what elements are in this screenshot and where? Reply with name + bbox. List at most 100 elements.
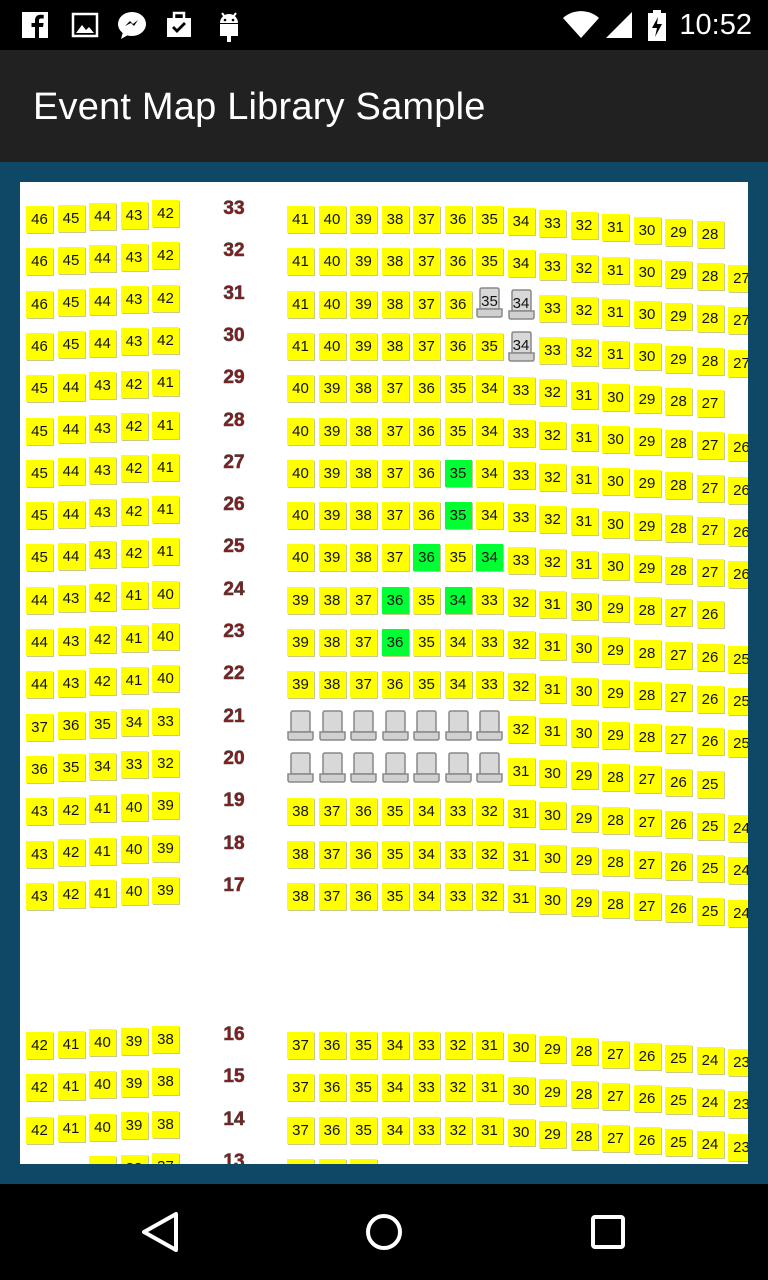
seat[interactable]: 33 — [539, 252, 566, 280]
seat[interactable]: 30 — [539, 887, 566, 914]
seat[interactable]: 24 — [728, 815, 748, 842]
seat[interactable]: 38 — [152, 1110, 179, 1138]
seat[interactable]: 45 — [57, 204, 85, 232]
selected-seat[interactable]: 35 — [444, 459, 472, 487]
seat[interactable]: 30 — [507, 1034, 535, 1062]
seat[interactable]: 37 — [413, 248, 440, 276]
seat[interactable]: 34 — [476, 417, 503, 445]
seat[interactable]: 25 — [696, 897, 724, 925]
seat[interactable]: 25 — [696, 812, 724, 840]
seat[interactable]: 39 — [318, 459, 346, 487]
seat[interactable]: 24 — [696, 1089, 724, 1117]
seat[interactable]: 26 — [633, 1084, 661, 1112]
seat[interactable]: 28 — [602, 764, 629, 792]
seat[interactable]: 28 — [696, 347, 724, 375]
seat[interactable]: 37 — [152, 1153, 179, 1164]
seat[interactable]: 25 — [728, 730, 748, 758]
seat[interactable]: 42 — [120, 370, 148, 398]
seat[interactable]: 37 — [350, 586, 377, 614]
seat[interactable]: 34 — [413, 840, 440, 868]
seat[interactable]: 27 — [665, 726, 692, 754]
seat[interactable]: 26 — [728, 561, 748, 589]
seat[interactable]: 28 — [602, 848, 629, 876]
seat[interactable]: 40 — [318, 206, 346, 233]
seat[interactable]: 36 — [413, 502, 440, 530]
seat[interactable]: 34 — [120, 709, 148, 737]
seat[interactable]: 30 — [602, 383, 629, 411]
seat[interactable]: 23 — [728, 1133, 748, 1161]
seat[interactable]: 35 — [476, 332, 503, 360]
seat[interactable]: 37 — [318, 798, 346, 826]
seat[interactable]: 29 — [665, 218, 692, 246]
seat[interactable]: 33 — [507, 461, 535, 489]
selected-seat[interactable]: 36 — [381, 586, 409, 614]
seat[interactable]: 32 — [539, 506, 566, 534]
seat[interactable]: 26 — [696, 728, 724, 756]
seat[interactable]: 34 — [381, 1116, 409, 1144]
seat[interactable]: 34 — [413, 882, 440, 910]
seat[interactable]: 36 — [444, 248, 472, 276]
seat[interactable]: 38 — [381, 206, 409, 233]
seat[interactable]: 36 — [350, 798, 377, 826]
seat[interactable]: 37 — [26, 713, 53, 741]
seat[interactable]: 29 — [633, 385, 661, 413]
seat[interactable]: 30 — [570, 635, 598, 663]
seat[interactable]: 39 — [318, 375, 346, 403]
seat[interactable]: 25 — [665, 1087, 692, 1114]
back-icon[interactable] — [130, 1204, 190, 1260]
seat[interactable]: 38 — [318, 671, 346, 699]
seat[interactable]: 29 — [570, 846, 598, 874]
seat[interactable]: 44 — [26, 671, 53, 699]
seat[interactable]: 39 — [287, 671, 314, 699]
seat[interactable]: 34 — [476, 502, 503, 530]
seat[interactable]: 46 — [26, 332, 53, 360]
seat[interactable]: 42 — [120, 413, 148, 440]
seat[interactable]: 35 — [476, 248, 503, 276]
seat[interactable]: 43 — [26, 840, 53, 868]
seat[interactable]: 23 — [728, 1048, 748, 1076]
seat[interactable]: 31 — [570, 508, 598, 536]
seat[interactable]: 39 — [350, 290, 377, 318]
seat[interactable]: 43 — [57, 669, 85, 697]
seat[interactable]: 40 — [152, 665, 179, 693]
seat[interactable]: 32 — [476, 798, 503, 826]
seat[interactable]: 40 — [318, 248, 346, 276]
seat[interactable]: 43 — [120, 201, 148, 229]
seat[interactable]: 32 — [152, 749, 179, 777]
seat[interactable]: 34 — [476, 375, 503, 403]
seat[interactable]: 45 — [26, 417, 53, 445]
seat[interactable]: 37 — [413, 332, 440, 360]
seat[interactable]: 27 — [602, 1082, 629, 1110]
seat[interactable]: 35 — [444, 417, 472, 445]
seat[interactable]: 26 — [728, 518, 748, 546]
seat[interactable]: 43 — [26, 798, 53, 826]
seat[interactable]: 30 — [602, 552, 629, 580]
seat[interactable]: 35 — [444, 375, 472, 403]
seat[interactable]: 45 — [57, 246, 85, 274]
seat[interactable]: 26 — [696, 686, 724, 713]
seat[interactable]: 27 — [633, 808, 661, 836]
seat[interactable]: 28 — [570, 1080, 598, 1108]
seat[interactable]: 46 — [26, 206, 53, 233]
seat[interactable]: 33 — [413, 1074, 440, 1102]
seat[interactable]: 28 — [696, 305, 724, 333]
seat[interactable]: 41 — [89, 795, 116, 823]
seat[interactable]: 38 — [120, 1154, 148, 1164]
recents-icon[interactable] — [578, 1204, 638, 1260]
seat[interactable]: 29 — [665, 345, 692, 373]
seat[interactable]: 28 — [602, 891, 629, 919]
seat[interactable]: 40 — [318, 332, 346, 360]
seat[interactable]: 26 — [728, 434, 748, 462]
seat[interactable]: 31 — [539, 633, 566, 661]
seat[interactable]: 42 — [57, 881, 85, 909]
selected-seat[interactable]: 35 — [444, 502, 472, 530]
seat[interactable]: 29 — [539, 1078, 566, 1106]
seat[interactable]: 36 — [350, 882, 377, 910]
seat[interactable]: 33 — [476, 586, 503, 614]
seat[interactable]: 38 — [152, 1068, 179, 1096]
selected-seat[interactable]: 34 — [476, 544, 503, 572]
seat[interactable]: 36 — [287, 1159, 314, 1164]
seat[interactable]: 43 — [26, 882, 53, 910]
seat[interactable]: 41 — [152, 369, 179, 397]
seat[interactable]: 41 — [152, 453, 179, 481]
